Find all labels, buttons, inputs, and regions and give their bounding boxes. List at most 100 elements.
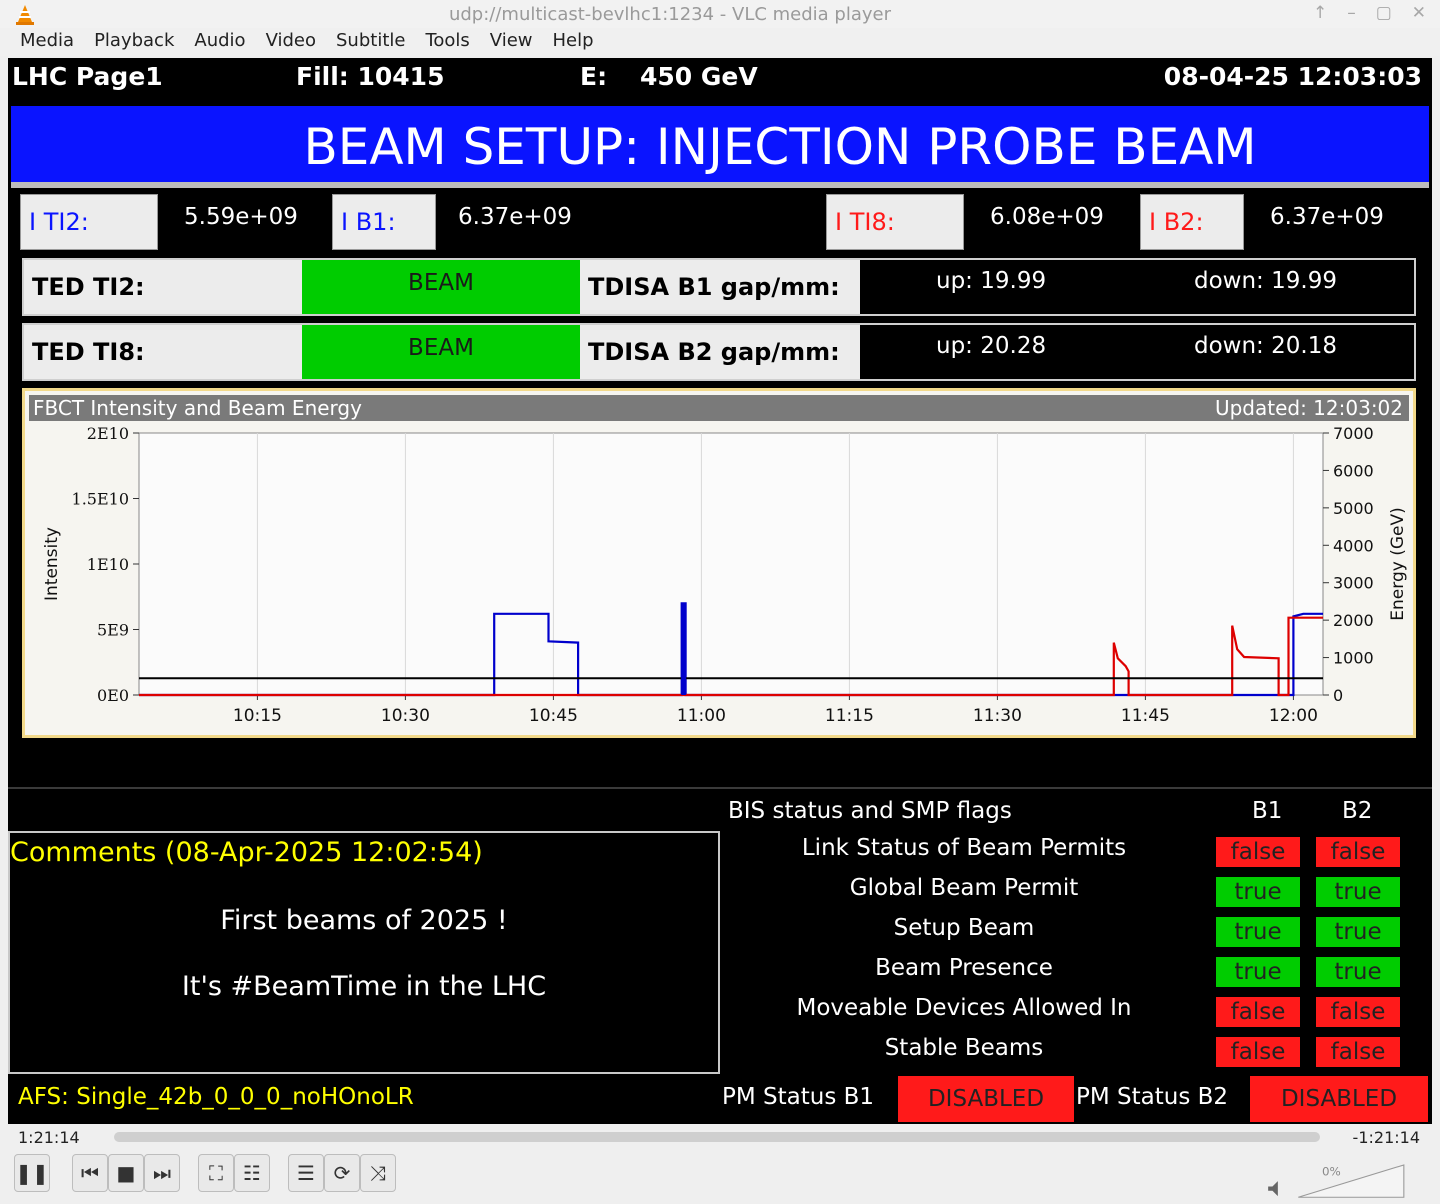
extended-settings-icon[interactable]: ☷ [234,1154,270,1192]
bis-flag-b2: true [1316,877,1400,907]
fullscreen-icon[interactable]: ⛶ [198,1154,234,1192]
bis-flag-label: Link Status of Beam Permits [801,835,1127,861]
y2-tick-label: 5000 [1333,499,1374,518]
menu-help[interactable]: Help [543,28,604,56]
bis-flag-b2: false [1316,837,1400,867]
divider [11,182,1429,188]
menu-subtitle[interactable]: Subtitle [326,28,415,56]
bis-col-b1: B1 [1252,798,1283,824]
volume-value: 0% [1322,1165,1341,1179]
pm-b1-status: DISABLED [898,1076,1074,1122]
tdisa-b2-label: TDISA B2 gap/mm: [580,325,860,379]
volume-slider[interactable]: 0% [1266,1160,1406,1200]
beam-mode-text: BEAM SETUP: INJECTION PROBE BEAM [303,118,1257,176]
x-tick-label: 10:15 [233,706,282,726]
menu-video[interactable]: Video [256,28,326,56]
fbct-chart: 10:15 10:30 10:45 11:00 11:15 11:30 11:45 12:00… [42,424,1408,726]
comments-box: Comments (08-Apr-2025 12:02:54) First be… [8,831,720,1074]
ted-ti8-row: TED TI8: BEAM TDISA B2 gap/mm: up: 20.28… [22,323,1416,381]
loop-icon[interactable]: ⟳ [324,1154,360,1192]
pause-button[interactable]: ❚❚ [14,1154,50,1192]
stop-icon[interactable]: ■ [108,1154,144,1192]
bis-flag-label: Setup Beam [893,915,1035,941]
pm-b1-label: PM Status B1 [722,1084,875,1110]
y-tick-label: 1.5E10 [72,490,129,509]
next-icon[interactable]: ⏭ [144,1154,180,1192]
divider [8,787,1432,789]
close-icon[interactable]: ✕ [1412,3,1426,23]
beam-mode-banner: BEAM SETUP: INJECTION PROBE BEAM [11,106,1429,182]
menu-audio[interactable]: Audio [184,28,255,56]
tdisa-b1-down: down: 19.99 [1194,268,1337,294]
bis-flag-b1: false [1216,1037,1300,1067]
tdisa-b2-down: down: 20.18 [1194,333,1337,359]
vlc-window: udp://multicast-bevlhc1:1234 - VLC media… [0,0,1440,1204]
i-b1-value: 6.37e+09 [458,204,572,230]
previous-icon[interactable]: ⏮ [72,1154,108,1192]
menu-bar: Media Playback Audio Video Subtitle Tool… [0,28,1440,56]
remaining-time[interactable]: -1:21:14 [1353,1128,1420,1147]
x-tick-label: 10:30 [381,706,430,726]
tdisa-b1-label: TDISA B1 gap/mm: [580,260,860,314]
ted-ti8-label: TED TI8: [24,325,302,379]
fbct-chart-panel: FBCT Intensity and Beam Energy Updated: … [22,388,1416,738]
bis-flag-label: Beam Presence [875,955,1053,981]
pm-b2-label: PM Status B2 [1076,1084,1229,1110]
maximize-icon[interactable]: ▢ [1376,3,1392,23]
y2-tick-label: 2000 [1333,611,1374,630]
y2-tick-label: 4000 [1333,536,1374,555]
player-controls: 1:21:14 -1:21:14 ❚❚ ⏮ ■ ⏭ ⛶ ☷ ☰ ⟳ ⤨ 0% [0,1124,1440,1204]
menu-view[interactable]: View [480,28,543,56]
bis-flag-b2: true [1316,917,1400,947]
menu-tools[interactable]: Tools [415,28,479,56]
menu-playback[interactable]: Playback [84,28,184,56]
y2-tick-label: 0 [1333,686,1343,705]
chart-header: FBCT Intensity and Beam Energy Updated: … [29,395,1409,421]
i-b1-label: I B1: [332,194,436,250]
y2-tick-label: 3000 [1333,574,1374,593]
bis-flag-b2: false [1316,997,1400,1027]
tdisa-b2-up: up: 20.28 [936,333,1047,359]
energy-label: E: [580,62,608,91]
x-tick-label: 12:00 [1269,706,1318,726]
datetime: 08-04-25 12:03:03 [1163,62,1422,91]
y-tick-label: 2E10 [87,424,129,443]
bis-flag-label: Global Beam Permit [849,875,1079,901]
i-b2-value: 6.37e+09 [1270,204,1384,230]
ted-ti2-row: TED TI2: BEAM TDISA B1 gap/mm: up: 19.99… [22,258,1416,316]
y-axis-label: Intensity [42,527,62,601]
bis-flag-b2: false [1316,1037,1400,1067]
tdisa-b1-up: up: 19.99 [936,268,1047,294]
bis-flag-b1: false [1216,997,1300,1027]
i-ti8-value: 6.08e+09 [990,204,1104,230]
playlist-icon[interactable]: ☰ [288,1154,324,1192]
comment-line: It's #BeamTime in the LHC [181,971,547,1002]
x-tick-label: 11:30 [973,706,1022,726]
fill-number: Fill: 10415 [296,62,445,91]
i-ti2-value: 5.59e+09 [184,204,298,230]
ted-ti2-label: TED TI2: [24,260,302,314]
elapsed-time: 1:21:14 [18,1128,80,1147]
ted-ti8-status: BEAM [302,325,580,379]
y-tick-label: 1E10 [87,555,129,574]
ted-ti2-status: BEAM [302,260,580,314]
minimize-icon[interactable]: – [1347,3,1356,23]
i-b2-label: I B2: [1140,194,1244,250]
x-tick-label: 10:45 [529,706,578,726]
x-tick-label: 11:00 [677,706,726,726]
bis-flag-b1: true [1216,877,1300,907]
menu-media[interactable]: Media [10,28,84,56]
i-ti2-label: I TI2: [20,194,158,250]
status-strip: AFS: Single_42b_0_0_0_noHOnoLR PM Status… [8,1074,1432,1124]
bis-flag-label: Moveable Devices Allowed In [796,995,1132,1021]
shuffle-icon[interactable]: ⤨ [360,1154,396,1192]
video-area[interactable]: LHC Page1 Fill: 10415 E: 450 GeV 08-04-2… [8,58,1432,1124]
seek-bar[interactable] [114,1132,1320,1142]
pin-icon[interactable]: ↑ [1313,3,1327,23]
y-tick-label: 0E0 [97,686,129,705]
y2-axis-label: Energy (GeV) [1388,507,1408,620]
y2-tick-label: 7000 [1333,424,1374,443]
bis-flag-b1: true [1216,917,1300,947]
y-tick-label: 5E9 [97,621,129,640]
y2-tick-label: 6000 [1333,461,1374,480]
